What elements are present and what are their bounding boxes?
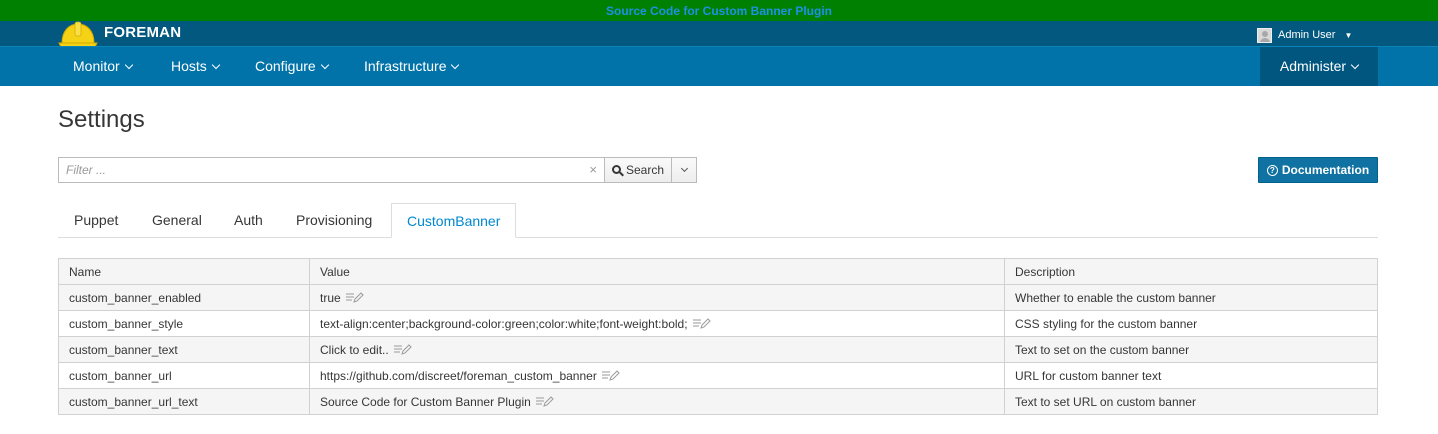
user-name: Admin User bbox=[1278, 29, 1336, 41]
setting-name: custom_banner_text bbox=[58, 336, 310, 363]
setting-value-cell[interactable]: Click to edit.. bbox=[309, 336, 1005, 363]
nav-administer[interactable]: Administer bbox=[1260, 47, 1378, 86]
tab-provisioning[interactable]: Provisioning bbox=[296, 203, 372, 238]
setting-name: custom_banner_url bbox=[58, 362, 310, 389]
documentation-label: Documentation bbox=[1281, 163, 1370, 177]
nav-monitor-label: Monitor bbox=[73, 58, 120, 74]
setting-value[interactable]: Click to edit.. bbox=[320, 343, 389, 357]
setting-value[interactable]: true bbox=[320, 291, 341, 305]
table-row: custom_banner_url https://github.com/dis… bbox=[58, 362, 1378, 389]
chevron-down-icon bbox=[320, 60, 329, 70]
custom-banner: Source Code for Custom Banner Plugin bbox=[0, 0, 1438, 21]
nav-infrastructure-label: Infrastructure bbox=[364, 58, 447, 74]
setting-value[interactable]: text-align:center;background-color:green… bbox=[320, 317, 688, 331]
search-box: × bbox=[58, 157, 605, 183]
search-button-label: Search bbox=[625, 163, 665, 177]
setting-description: Text to set URL on custom banner bbox=[1004, 388, 1378, 415]
tab-custombanner[interactable]: CustomBanner bbox=[391, 203, 517, 238]
column-header-value[interactable]: Value bbox=[309, 258, 1005, 285]
nav-administer-label: Administer bbox=[1279, 58, 1347, 74]
edit-icon[interactable] bbox=[692, 317, 711, 329]
nav-hosts-label: Hosts bbox=[171, 58, 207, 74]
search-button[interactable]: Search bbox=[604, 157, 672, 183]
setting-name: custom_banner_url_text bbox=[58, 388, 310, 415]
search-input[interactable] bbox=[59, 158, 569, 182]
setting-value[interactable]: Source Code for Custom Banner Plugin bbox=[320, 395, 531, 409]
table-row: custom_banner_style text-align:center;ba… bbox=[58, 310, 1378, 337]
nav-hosts[interactable]: Hosts bbox=[171, 47, 221, 86]
table-row: custom_banner_enabled true Whether to en… bbox=[58, 284, 1378, 311]
table-row: custom_banner_text Click to edit.. Text … bbox=[58, 336, 1378, 363]
chevron-down-icon bbox=[451, 60, 460, 70]
setting-description: URL for custom banner text bbox=[1004, 362, 1378, 389]
banner-link[interactable]: Source Code for Custom Banner Plugin bbox=[606, 4, 832, 18]
brand-name[interactable]: FOREMAN bbox=[104, 24, 181, 41]
chevron-down-icon bbox=[124, 60, 133, 70]
avatar-icon bbox=[1257, 27, 1272, 43]
table-row: custom_banner_url_text Source Code for C… bbox=[58, 388, 1378, 415]
search-icon bbox=[611, 164, 621, 174]
search-options-dropdown[interactable] bbox=[671, 157, 697, 183]
top-bar: FOREMAN Admin User ▼ bbox=[0, 21, 1438, 48]
tab-general[interactable]: General bbox=[152, 203, 202, 238]
chevron-down-icon bbox=[1350, 60, 1360, 70]
nav-configure-label: Configure bbox=[255, 58, 316, 74]
column-header-description[interactable]: Description bbox=[1004, 258, 1378, 285]
user-menu[interactable]: Admin User ▼ bbox=[1257, 27, 1352, 43]
setting-value[interactable]: https://github.com/discreet/foreman_cust… bbox=[320, 369, 597, 383]
chevron-down-icon: ▼ bbox=[1344, 30, 1353, 40]
question-circle-icon: ? bbox=[1266, 164, 1278, 176]
edit-icon[interactable] bbox=[393, 343, 412, 355]
column-header-name[interactable]: Name bbox=[58, 258, 310, 285]
settings-tabs: Puppet General Auth Provisioning CustomB… bbox=[58, 203, 1378, 238]
nav-infrastructure[interactable]: Infrastructure bbox=[364, 47, 460, 86]
setting-value-cell[interactable]: true bbox=[309, 284, 1005, 311]
settings-table: Name Value Description custom_banner_ena… bbox=[58, 258, 1378, 415]
tab-auth[interactable]: Auth bbox=[234, 203, 263, 238]
setting-description: Text to set on the custom banner bbox=[1004, 336, 1378, 363]
chevron-down-icon bbox=[680, 164, 689, 173]
setting-name: custom_banner_enabled bbox=[58, 284, 310, 311]
documentation-button[interactable]: ? Documentation bbox=[1258, 157, 1378, 183]
edit-icon[interactable] bbox=[601, 369, 620, 381]
page-title: Settings bbox=[58, 106, 145, 133]
nav-monitor[interactable]: Monitor bbox=[73, 47, 133, 86]
chevron-down-icon bbox=[211, 60, 221, 70]
nav-configure[interactable]: Configure bbox=[255, 47, 329, 86]
setting-description: CSS styling for the custom banner bbox=[1004, 310, 1378, 337]
edit-icon[interactable] bbox=[345, 291, 364, 303]
clear-icon[interactable]: × bbox=[589, 162, 597, 177]
table-header-row: Name Value Description bbox=[58, 258, 1378, 285]
setting-description: Whether to enable the custom banner bbox=[1004, 284, 1378, 311]
setting-value-cell[interactable]: text-align:center;background-color:green… bbox=[309, 310, 1005, 337]
main-nav: Monitor Hosts Configure Infrastructure A… bbox=[0, 46, 1438, 86]
tab-puppet[interactable]: Puppet bbox=[74, 203, 118, 238]
edit-icon[interactable] bbox=[535, 395, 554, 407]
setting-value-cell[interactable]: Source Code for Custom Banner Plugin bbox=[309, 388, 1005, 415]
setting-value-cell[interactable]: https://github.com/discreet/foreman_cust… bbox=[309, 362, 1005, 389]
setting-name: custom_banner_style bbox=[58, 310, 310, 337]
